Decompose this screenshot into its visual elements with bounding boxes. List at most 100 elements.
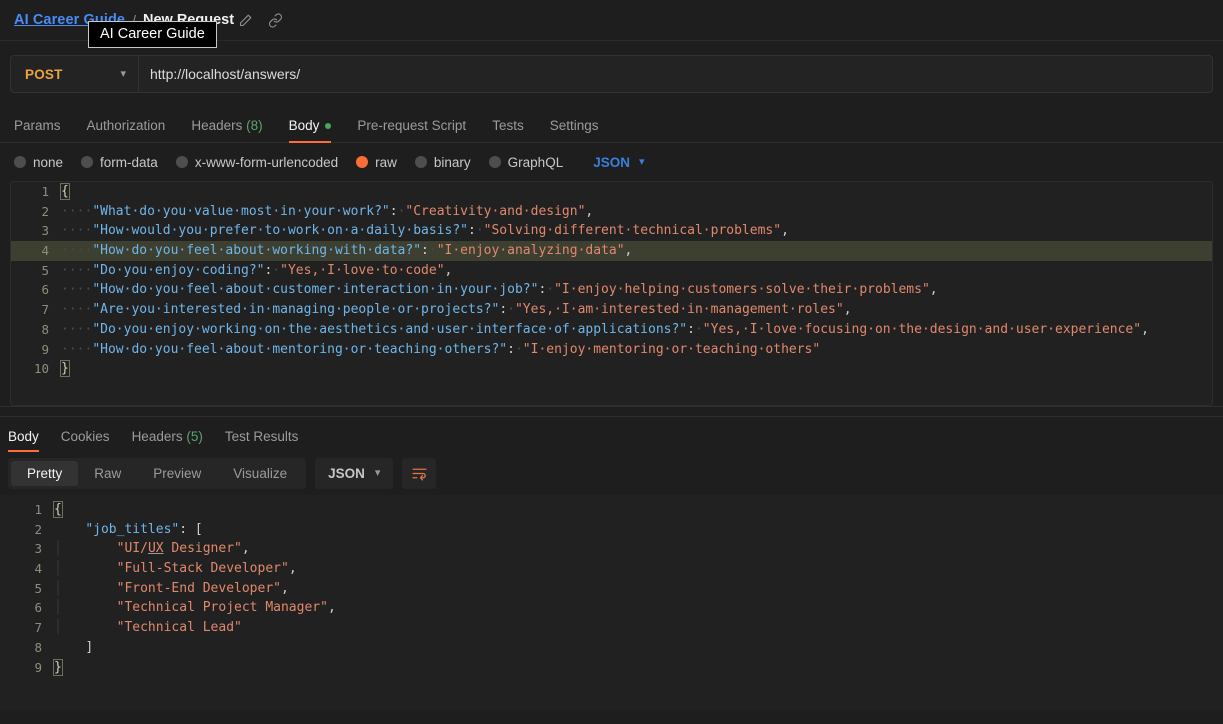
view-mode-preview[interactable]: Preview (137, 461, 217, 486)
json-punctuation: : (507, 342, 515, 357)
json-punctuation: : (687, 322, 695, 337)
body-type-form-data[interactable]: form-data (81, 155, 158, 170)
json-punctuation: , (328, 600, 336, 615)
pencil-icon[interactable] (234, 9, 256, 31)
code-line: 5····"Do·you·enjoy·coding?":·"Yes,·I·lov… (11, 261, 1212, 281)
json-string: "I·enjoy·helping·customers·solve·their·p… (554, 282, 930, 297)
response-format-selector[interactable]: JSON ▾ (315, 458, 393, 489)
code-line-text: ] (54, 638, 1223, 658)
json-key: "How·do·you·feel·about·customer·interact… (92, 282, 538, 297)
body-type-none[interactable]: none (14, 155, 63, 170)
body-type-binary[interactable]: binary (415, 155, 471, 170)
url-input[interactable]: http://localhost/answers/ (139, 56, 1212, 92)
line-number: 2 (11, 202, 61, 222)
json-punctuation: , (781, 223, 789, 238)
response-tab-cookies[interactable]: Cookies (61, 429, 110, 451)
chevron-down-icon: ▾ (639, 157, 645, 168)
json-punctuation: ] (85, 640, 93, 655)
request-body-editor[interactable]: 1{2····"What·do·you·value·most·in·your·w… (10, 181, 1213, 406)
json-punctuation: , (844, 302, 852, 317)
response-tab-body[interactable]: Body (8, 429, 39, 451)
radio-icon (415, 156, 427, 168)
tab-label: Settings (550, 118, 599, 133)
line-number: 4 (0, 559, 54, 579)
tab-pre-request-script[interactable]: Pre-request Script (357, 118, 466, 142)
response-tab-bar: Body Cookies Headers (5) Test Results (0, 417, 1223, 451)
link-icon[interactable] (264, 9, 286, 31)
line-number: 7 (0, 618, 54, 638)
view-mode-visualize[interactable]: Visualize (217, 461, 303, 486)
json-string: "I·enjoy·mentoring·or·teaching·others" (523, 342, 820, 357)
json-brace: } (61, 361, 69, 376)
code-line: 4│ "Full-Stack Developer", (0, 559, 1223, 579)
code-line-text: } (61, 359, 1212, 379)
json-string: "UI/UX Designer" (117, 541, 242, 556)
code-line-text: ····"How·do·you·feel·about·customer·inte… (61, 280, 1212, 300)
radio-icon (356, 156, 368, 168)
tab-label: Headers (191, 118, 242, 133)
tab-params[interactable]: Params (14, 118, 61, 142)
code-line-text: ····"What·do·you·value·most·in·your·work… (61, 202, 1212, 222)
response-tab-headers[interactable]: Headers (5) (132, 429, 203, 451)
tab-body[interactable]: Body (289, 118, 332, 142)
indent-whitespace: ···· (61, 204, 92, 219)
json-punctuation: , (242, 541, 250, 556)
code-line: 4····"How·do·you·feel·about·working·with… (11, 241, 1212, 261)
response-code-area[interactable]: 1{2 "job_titles": [3│ "UI/UX Designer",4… (0, 500, 1223, 677)
line-number: 9 (11, 340, 61, 360)
body-type-x-www-form-urlencoded[interactable]: x-www-form-urlencoded (176, 155, 338, 170)
tab-authorization[interactable]: Authorization (87, 118, 166, 142)
code-line: 10} (11, 359, 1212, 379)
body-type-raw[interactable]: raw (356, 155, 397, 170)
json-string: "Creativity·and·design" (405, 204, 585, 219)
json-string: "I·enjoy·analyzing·data" (437, 243, 625, 258)
radio-label: none (33, 155, 63, 170)
json-brace: { (54, 502, 62, 517)
code-line: 3····"How·would·you·prefer·to·work·on·a·… (11, 221, 1212, 241)
json-brace: { (61, 184, 69, 199)
url-value: http://localhost/answers/ (150, 66, 300, 82)
json-string: "Yes,·I·love·to·code" (280, 263, 444, 278)
radio-icon (176, 156, 188, 168)
code-line-text: ····"Are·you·interested·in·managing·peop… (61, 300, 1212, 320)
radio-label: binary (434, 155, 471, 170)
json-string: "Yes,·I·love·focusing·on·the·design·and·… (703, 322, 1141, 337)
method-selector[interactable]: POST ▾ (11, 56, 139, 92)
response-body-viewer[interactable]: 1{2 "job_titles": [3│ "UI/UX Designer",4… (0, 495, 1223, 710)
view-mode-pretty[interactable]: Pretty (11, 461, 78, 486)
code-line-text: │ "Technical Project Manager", (54, 598, 1223, 618)
line-number: 3 (11, 221, 61, 241)
tab-count: (5) (183, 429, 203, 444)
tab-count: (8) (242, 118, 262, 133)
indent-whitespace: ···· (61, 342, 92, 357)
url-bar: POST ▾ http://localhost/answers/ (10, 55, 1213, 93)
line-number: 7 (11, 300, 61, 320)
tab-settings[interactable]: Settings (550, 118, 599, 142)
line-number: 6 (0, 598, 54, 618)
tab-headers[interactable]: Headers (8) (191, 118, 262, 142)
code-line-text: ····"How·do·you·feel·about·mentoring·or·… (61, 340, 1212, 360)
tab-tests[interactable]: Tests (492, 118, 524, 142)
json-punctuation: , (585, 204, 593, 219)
view-mode-raw[interactable]: Raw (78, 461, 137, 486)
word-wrap-icon[interactable] (402, 458, 436, 489)
json-punctuation: , (625, 243, 633, 258)
code-line: 2····"What·do·you·value·most·in·your·wor… (11, 202, 1212, 222)
response-tab-test-results[interactable]: Test Results (225, 429, 299, 451)
indent-guide: │ (54, 620, 117, 635)
json-key: "Do·you·enjoy·working·on·the·aesthetics·… (92, 322, 687, 337)
code-line-text: { (54, 500, 1223, 520)
line-number: 3 (0, 539, 54, 559)
json-punctuation: , (289, 561, 297, 576)
body-format-selector[interactable]: JSON ▾ (593, 155, 644, 170)
response-toolbar: PrettyRawPreviewVisualize JSON ▾ (0, 451, 1223, 495)
json-string: "Technical Project Manager" (117, 600, 328, 615)
code-line: 3│ "UI/UX Designer", (0, 539, 1223, 559)
pane-splitter[interactable] (0, 406, 1223, 417)
code-line-text: { (61, 182, 1212, 202)
code-line-text: ····"Do·you·enjoy·working·on·the·aesthet… (61, 320, 1212, 340)
body-format-label: JSON (593, 155, 630, 170)
json-key: "How·do·you·feel·about·working·with·data… (92, 243, 421, 258)
body-type-graphql[interactable]: GraphQL (489, 155, 564, 170)
request-code-area[interactable]: 1{2····"What·do·you·value·most·in·your·w… (11, 182, 1212, 379)
